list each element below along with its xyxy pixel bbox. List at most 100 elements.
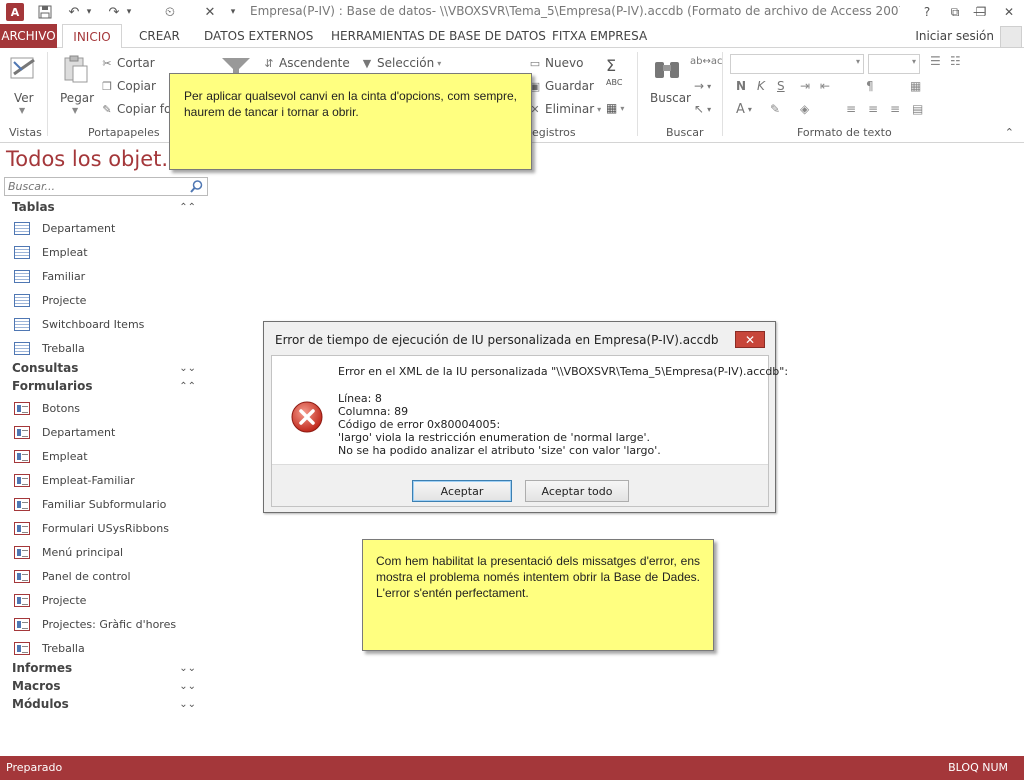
nav-search-box[interactable] <box>4 177 208 196</box>
tab-herramientas-base-datos[interactable]: HERRAMIENTAS DE BASE DE DATOS <box>331 24 546 48</box>
font-color-button[interactable]: A ▾ <box>736 102 752 117</box>
cut-label: Cortar <box>117 56 155 70</box>
collapse-ribbon-icon[interactable]: ⌃ <box>1005 126 1014 139</box>
binoculars-icon[interactable] <box>651 54 683 84</box>
nav-pane-title[interactable]: Todos los objet... <box>6 147 181 171</box>
tab-datos-externos[interactable]: DATOS EXTERNOS <box>204 24 313 48</box>
sort-ascending-button[interactable]: ⇵ Ascendente <box>262 56 349 70</box>
print-preview-icon[interactable]: ⏲ <box>160 0 180 24</box>
indent-increase-icon[interactable]: ⇥ <box>800 79 810 93</box>
more-grid-icon: ▦ <box>606 101 618 115</box>
maximize-button[interactable]: ❐ <box>966 0 996 24</box>
bold-button[interactable]: N <box>736 79 746 93</box>
new-record-button[interactable]: ▭ Nuevo <box>528 56 584 70</box>
nav-item-form[interactable]: Panel de control <box>14 566 131 586</box>
nav-item-table[interactable]: Familiar <box>14 266 85 286</box>
nav-search-input[interactable] <box>5 178 185 195</box>
paragraph-direction-icon[interactable]: ¶ <box>866 79 874 93</box>
delete-record-button[interactable]: ✕ Eliminar ▾ <box>528 102 601 116</box>
nav-item-form[interactable]: Empleat-Familiar <box>14 470 135 490</box>
redo-dropdown-icon[interactable]: ▾ <box>124 0 134 24</box>
nav-section-consultas[interactable]: Consultas <box>12 361 78 375</box>
search-icon[interactable] <box>189 179 204 194</box>
view-dropdown-icon[interactable]: ▼ <box>19 106 25 115</box>
select-button[interactable]: ↖ ▾ <box>694 102 711 116</box>
nav-item-table[interactable]: Treballa <box>14 338 85 358</box>
selection-button[interactable]: ▼ Selección ▾ <box>360 56 441 70</box>
underline-button[interactable]: S <box>777 79 785 93</box>
nav-section-formularios[interactable]: Formularios <box>12 379 93 393</box>
tab-crear[interactable]: CREAR <box>139 24 180 48</box>
font-size-combo[interactable]: ▾ <box>868 54 920 74</box>
undo-dropdown-icon[interactable]: ▾ <box>84 0 94 24</box>
nav-item-table[interactable]: Empleat <box>14 242 88 262</box>
sign-in-link[interactable]: Iniciar sesión <box>915 24 994 48</box>
replace-button[interactable]: ab↔ac <box>690 56 722 67</box>
undo-icon[interactable]: ↶ <box>64 0 84 24</box>
paste-icon[interactable] <box>59 54 91 84</box>
nav-item-form[interactable]: Familiar Subformulario <box>14 494 166 514</box>
nav-item-form[interactable]: Treballa <box>14 638 85 658</box>
nav-item-form[interactable]: Menú principal <box>14 542 123 562</box>
more-records-button[interactable]: ▦ ▾ <box>606 101 624 115</box>
view-button[interactable]: Ver <box>14 91 34 105</box>
align-left-icon[interactable]: ≡ <box>846 102 856 116</box>
avatar[interactable] <box>1000 26 1022 48</box>
highlight-icon[interactable]: ✎ <box>770 102 780 116</box>
nav-item-table[interactable]: Departament <box>14 218 115 238</box>
nav-item-table[interactable]: Switchboard Items <box>14 314 144 334</box>
nav-item-form[interactable]: Botons <box>14 398 80 418</box>
format-painter-button[interactable]: ✎ Copiar fo <box>100 102 171 116</box>
redo-icon[interactable]: ↷ <box>104 0 124 24</box>
close-database-icon[interactable]: ✕ <box>200 0 220 24</box>
font-name-combo[interactable]: ▾ <box>730 54 864 74</box>
tab-inicio[interactable]: INICIO <box>62 24 122 49</box>
nav-item-form[interactable]: Projectes: Gràfic d'hores <box>14 614 176 634</box>
expand-section-icon[interactable]: ⌄⌄ <box>179 663 196 674</box>
nav-item-form[interactable]: Departament <box>14 422 115 442</box>
help-button[interactable]: ? <box>912 0 942 24</box>
align-right-icon[interactable]: ≡ <box>890 102 900 116</box>
nav-section-tablas[interactable]: Tablas <box>12 200 55 214</box>
cut-button[interactable]: ✂ Cortar <box>100 56 155 70</box>
tab-archivo[interactable]: ARCHIVO <box>0 24 57 48</box>
access-app-icon[interactable]: A <box>6 3 24 21</box>
collapse-section-icon[interactable]: ⌃⌃ <box>179 381 196 392</box>
go-to-button[interactable]: → ▾ <box>694 79 711 93</box>
collapse-section-icon[interactable]: ⌃⌃ <box>179 202 196 213</box>
save-record-button[interactable]: ▣ Guardar <box>528 79 594 93</box>
save-icon[interactable] <box>34 0 56 24</box>
dialog-close-button[interactable]: ✕ <box>735 331 765 348</box>
expand-section-icon[interactable]: ⌄⌄ <box>179 681 196 692</box>
nav-item-table[interactable]: Projecte <box>14 290 86 310</box>
nav-section-macros[interactable]: Macros <box>12 679 60 693</box>
nav-pane-resize-handle[interactable] <box>208 143 213 756</box>
bullets-icon[interactable]: ☰ <box>930 54 941 68</box>
ok-button[interactable]: Aceptar <box>412 480 512 502</box>
align-center-icon[interactable]: ≡ <box>868 102 878 116</box>
expand-section-icon[interactable]: ⌄⌄ <box>179 699 196 710</box>
expand-section-icon[interactable]: ⌄⌄ <box>179 363 196 374</box>
nav-item-form[interactable]: Formulari USysRibbons <box>14 518 169 538</box>
nav-item-form[interactable]: Empleat <box>14 446 88 466</box>
paste-dropdown-icon[interactable]: ▼ <box>72 106 78 115</box>
gridlines-icon[interactable]: ▦ <box>910 79 921 93</box>
numbering-icon[interactable]: ☷ <box>950 54 961 68</box>
tab-fitxa-empresa[interactable]: FITXA EMPRESA <box>552 24 647 48</box>
nav-item-form[interactable]: Projecte <box>14 590 86 610</box>
alternate-row-color-icon[interactable]: ▤ <box>912 102 923 116</box>
totals-button[interactable]: Σ <box>606 56 616 75</box>
ok-all-button[interactable]: Aceptar todo <box>525 480 629 502</box>
find-button[interactable]: Buscar <box>650 91 691 105</box>
copy-button[interactable]: ❐ Copiar <box>100 79 156 93</box>
nav-section-informes[interactable]: Informes <box>12 661 72 675</box>
spelling-button[interactable]: ABC <box>606 78 622 87</box>
italic-button[interactable]: K <box>757 79 765 93</box>
nav-section-modulos[interactable]: Módulos <box>12 697 69 711</box>
close-window-button[interactable]: ✕ <box>994 0 1024 24</box>
fill-color-icon[interactable]: ◈ <box>800 102 809 116</box>
customize-toolbar-icon[interactable]: ▾ <box>226 0 240 24</box>
indent-decrease-icon[interactable]: ⇤ <box>820 79 830 93</box>
paste-button[interactable]: Pegar <box>60 91 94 105</box>
view-icon[interactable] <box>8 54 40 84</box>
